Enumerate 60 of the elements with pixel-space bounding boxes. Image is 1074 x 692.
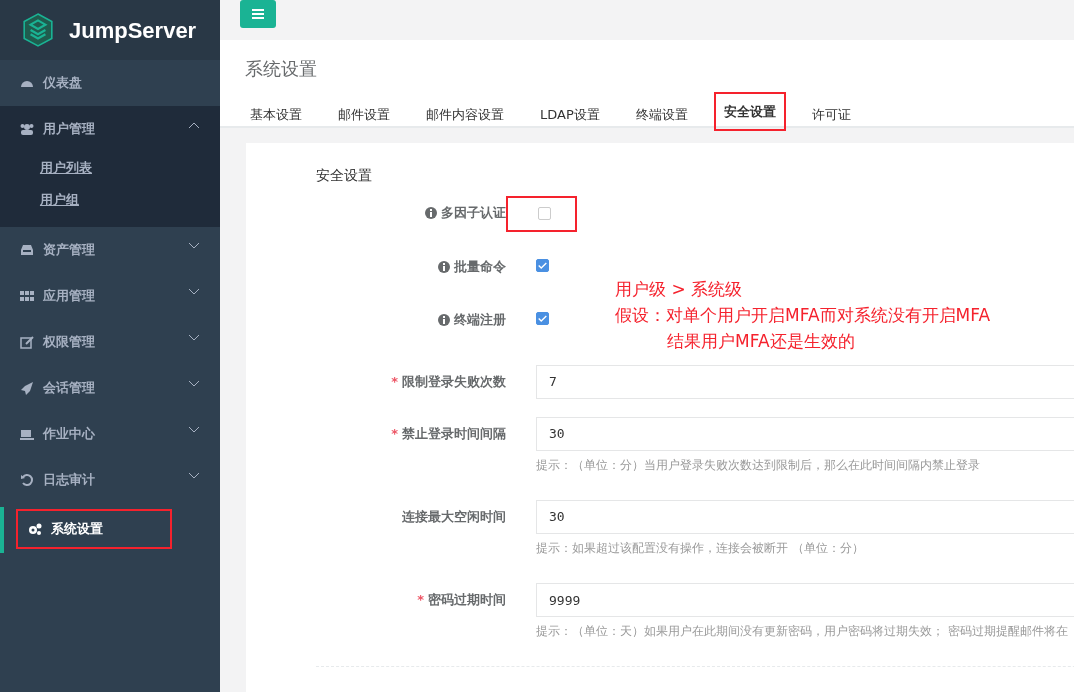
sidebar-item[interactable]: 资产管理 xyxy=(0,227,220,273)
tab[interactable]: 邮件内容设置 xyxy=(421,97,509,132)
tab[interactable]: 邮件设置 xyxy=(333,97,395,132)
page-title: 系统设置 xyxy=(245,58,318,80)
sidebar-item[interactable]: 作业中心 xyxy=(0,411,220,457)
tab[interactable]: 安全设置 xyxy=(713,91,786,132)
sidebar-item[interactable]: 应用管理 xyxy=(0,273,220,319)
required-mark: * xyxy=(391,372,398,391)
edit-icon xyxy=(20,335,34,349)
info-icon xyxy=(438,260,450,273)
input-field[interactable]: 7 xyxy=(536,364,1074,399)
checkbox[interactable] xyxy=(536,312,549,325)
brand-name: JumpServer xyxy=(69,16,197,45)
field-label: 限制登录失败次数 xyxy=(402,372,506,391)
laptop-icon xyxy=(20,427,34,441)
menu-button[interactable] xyxy=(240,0,276,28)
tab[interactable]: 许可证 xyxy=(806,97,856,132)
field-label: 终端注册 xyxy=(454,311,506,330)
input-field[interactable]: 30 xyxy=(536,416,1074,451)
hint-text: 提示：（单位：天）如果用户在此期间没有更新密码，用户密码将过期失效； 密码过期提醒邮件将在 xyxy=(536,623,1069,640)
field-label: 连接最大空闲时间 xyxy=(402,508,506,526)
sidebar-subitem[interactable]: 用户列表 xyxy=(0,152,220,184)
users-icon xyxy=(20,122,34,136)
history-icon xyxy=(20,473,34,487)
grid-icon xyxy=(20,289,34,303)
field-label: 批量命令 xyxy=(454,257,506,276)
input-field[interactable]: 9999 xyxy=(536,583,1074,617)
sidebar-item[interactable]: 仪表盘 xyxy=(0,60,220,106)
field-label: 禁止登录时间间隔 xyxy=(402,424,506,443)
sidebar-item[interactable]: 日志审计 xyxy=(0,457,220,503)
sidebar-item[interactable]: 会话管理 xyxy=(0,365,220,411)
active-indicator xyxy=(0,507,4,553)
input-field[interactable]: 30 xyxy=(536,499,1074,534)
checkbox[interactable] xyxy=(536,258,549,272)
field-label: 密码过期时间 xyxy=(428,591,506,610)
sidebar-item[interactable]: 权限管理 xyxy=(0,319,220,365)
logo-icon xyxy=(22,13,54,47)
field-label: 多因子认证 xyxy=(441,204,506,223)
hint-text: 提示：如果超过该配置没有操作，连接会被断开 （单位：分） xyxy=(536,539,865,557)
inbox-icon xyxy=(20,243,34,257)
tab[interactable]: 终端设置 xyxy=(630,97,693,132)
required-mark: * xyxy=(417,591,424,610)
info-icon xyxy=(425,207,437,219)
required-mark: * xyxy=(391,424,398,443)
info-icon xyxy=(438,314,450,326)
menu-icon xyxy=(252,9,264,19)
sidebar-item[interactable]: 用户管理 xyxy=(0,106,220,152)
tab[interactable]: LDAP设置 xyxy=(535,97,605,132)
tab[interactable]: 基本设置 xyxy=(245,97,307,132)
hint-text: 提示：（单位：分）当用户登录失败次数达到限制后，那么在此时间间隔内禁止登录 xyxy=(536,456,981,474)
sidebar-subitem[interactable]: 用户组 xyxy=(0,183,220,215)
annotation-text: 结果用户MFA还是生效的 xyxy=(666,330,856,353)
annotation-text: 假设：对单个用户开启MFA而对系统没有开启MFA xyxy=(615,304,991,327)
annotation-text: 用户级 > 系统级 xyxy=(615,278,744,301)
gears-icon xyxy=(28,522,42,536)
section-title: 安全设置 xyxy=(316,166,372,185)
rocket-icon xyxy=(20,381,34,395)
checkbox[interactable] xyxy=(538,207,551,220)
sidebar-item[interactable]: 系统设置 xyxy=(16,509,172,549)
check-icon xyxy=(537,313,548,324)
